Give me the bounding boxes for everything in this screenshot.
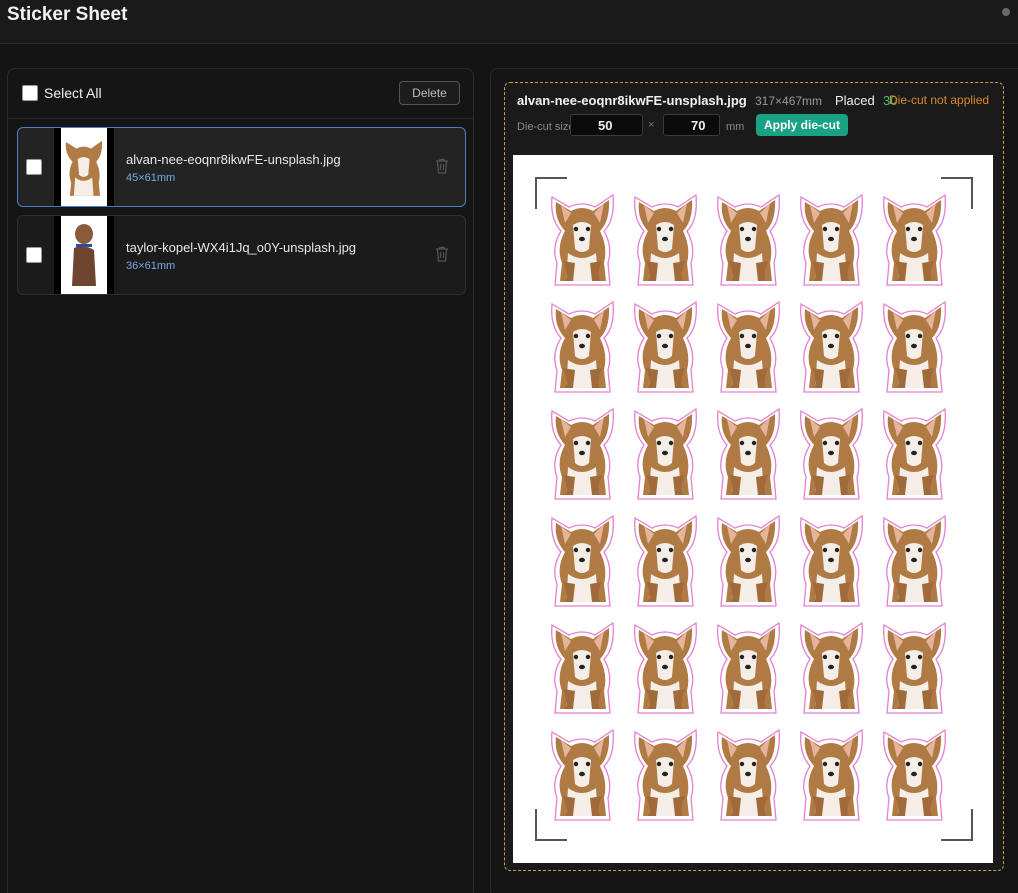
apply-diecut-button[interactable]: Apply die-cut xyxy=(756,114,848,136)
corgi-sticker-icon xyxy=(800,407,863,500)
file-name: taylor-kopel-WX4i1Jq_o0Y-unsplash.jpg xyxy=(126,240,357,255)
file-size: 45×61mm xyxy=(126,172,176,184)
corgi-sticker-icon xyxy=(551,514,614,607)
placed-sticker[interactable] xyxy=(715,512,782,608)
corgi-sticker-icon xyxy=(800,193,863,286)
placed-sticker[interactable] xyxy=(798,512,865,608)
placed-sticker[interactable] xyxy=(715,619,782,715)
app-title: Sticker Sheet xyxy=(7,4,128,25)
corgi-sticker-icon xyxy=(717,193,780,286)
corgi-sticker-icon xyxy=(883,193,946,286)
corgi-sticker-icon xyxy=(551,407,614,500)
placed-sticker[interactable] xyxy=(632,405,699,501)
placed-sticker[interactable] xyxy=(549,298,616,394)
placed-sticker[interactable] xyxy=(715,191,782,287)
file-checkbox[interactable] xyxy=(26,247,42,263)
placed-sticker[interactable] xyxy=(632,512,699,608)
file-thumbnail xyxy=(54,128,114,206)
workspace-panel: alvan-nee-eoqnr8ikwFE-unsplash.jpg 317×4… xyxy=(490,68,1018,893)
corgi-sticker-icon xyxy=(717,621,780,714)
sheet-work-area: alvan-nee-eoqnr8ikwFE-unsplash.jpg 317×4… xyxy=(504,82,1004,871)
corgi-sticker-icon xyxy=(717,300,780,393)
trash-icon[interactable] xyxy=(435,158,449,174)
file-list-item[interactable]: alvan-nee-eoqnr8ikwFE-unsplash.jpg 45×61… xyxy=(17,127,466,207)
placed-sticker[interactable] xyxy=(632,619,699,715)
file-list-panel: Select All Delete alvan-nee-eoqnr8ikwFE-… xyxy=(7,68,474,893)
corgi-sticker-icon xyxy=(634,193,697,286)
corgi-sticker-icon xyxy=(551,193,614,286)
placed-sticker[interactable] xyxy=(798,298,865,394)
placed-sticker[interactable] xyxy=(881,405,948,501)
corgi-sticker-icon xyxy=(800,621,863,714)
corgi-sticker-icon xyxy=(634,621,697,714)
placed-sticker[interactable] xyxy=(632,726,699,822)
sheet-dimensions: 317×467mm xyxy=(755,94,823,108)
corgi-sticker-icon xyxy=(634,407,697,500)
corgi-sticker-icon xyxy=(883,407,946,500)
diecut-width-input[interactable]: 50 xyxy=(570,114,643,136)
placed-sticker[interactable] xyxy=(632,191,699,287)
file-name: alvan-nee-eoqnr8ikwFE-unsplash.jpg xyxy=(126,152,341,167)
puppy-thumbnail-icon xyxy=(72,224,96,286)
corgi-sticker-icon xyxy=(800,514,863,607)
select-all-label: Select All xyxy=(44,85,102,101)
diecut-unit: mm xyxy=(726,121,745,133)
corgi-sticker-icon xyxy=(551,300,614,393)
corgi-sticker-icon xyxy=(634,300,697,393)
workspace-header: alvan-nee-eoqnr8ikwFE-unsplash.jpg 317×4… xyxy=(505,83,1003,141)
placed-sticker[interactable] xyxy=(549,191,616,287)
corgi-sticker-icon xyxy=(800,300,863,393)
placed-sticker[interactable] xyxy=(881,298,948,394)
placed-sticker[interactable] xyxy=(881,191,948,287)
sticker-grid xyxy=(549,191,948,822)
file-checkbox[interactable] xyxy=(26,159,42,175)
corgi-sticker-icon xyxy=(717,728,780,821)
file-list-item[interactable]: taylor-kopel-WX4i1Jq_o0Y-unsplash.jpg 36… xyxy=(17,215,466,295)
placed-sticker[interactable] xyxy=(798,726,865,822)
placed-sticker[interactable] xyxy=(798,619,865,715)
diecut-times-sign: × xyxy=(648,119,655,131)
selected-file-name: alvan-nee-eoqnr8ikwFE-unsplash.jpg xyxy=(517,93,747,108)
corgi-sticker-icon xyxy=(717,514,780,607)
top-bar: Sticker Sheet xyxy=(0,0,1018,44)
placed-sticker[interactable] xyxy=(549,726,616,822)
corgi-sticker-icon xyxy=(551,621,614,714)
placed-sticker[interactable] xyxy=(881,726,948,822)
diecut-size-label: Die-cut size xyxy=(517,121,575,133)
checkbox-icon[interactable] xyxy=(22,85,38,101)
file-size: 36×61mm xyxy=(126,260,176,272)
corgi-thumbnail-icon xyxy=(65,140,103,196)
file-thumbnail xyxy=(54,216,114,294)
diecut-height-input[interactable]: 70 xyxy=(663,114,720,136)
corgi-sticker-icon xyxy=(551,728,614,821)
trash-icon[interactable] xyxy=(435,246,449,262)
diecut-status: Die-cut not applied xyxy=(889,93,990,107)
select-all-checkbox[interactable]: Select All xyxy=(22,85,102,101)
placed-sticker[interactable] xyxy=(549,512,616,608)
placed-sticker[interactable] xyxy=(715,298,782,394)
placed-sticker[interactable] xyxy=(798,191,865,287)
placed-sticker[interactable] xyxy=(715,405,782,501)
list-header: Select All Delete xyxy=(8,69,473,119)
corgi-sticker-icon xyxy=(883,300,946,393)
corgi-sticker-icon xyxy=(883,621,946,714)
sticker-sheet-canvas[interactable] xyxy=(513,155,993,863)
placed-sticker[interactable] xyxy=(549,405,616,501)
status-indicator-icon xyxy=(1002,8,1010,16)
corgi-sticker-icon xyxy=(883,728,946,821)
placed-label: Placed xyxy=(835,93,875,108)
corgi-sticker-icon xyxy=(634,514,697,607)
corgi-sticker-icon xyxy=(717,407,780,500)
placed-sticker[interactable] xyxy=(881,619,948,715)
corgi-sticker-icon xyxy=(634,728,697,821)
placed-sticker[interactable] xyxy=(798,405,865,501)
placed-sticker[interactable] xyxy=(881,512,948,608)
corgi-sticker-icon xyxy=(800,728,863,821)
placed-sticker[interactable] xyxy=(632,298,699,394)
placed-sticker[interactable] xyxy=(715,726,782,822)
placed-sticker[interactable] xyxy=(549,619,616,715)
corgi-sticker-icon xyxy=(883,514,946,607)
delete-button[interactable]: Delete xyxy=(399,81,460,105)
